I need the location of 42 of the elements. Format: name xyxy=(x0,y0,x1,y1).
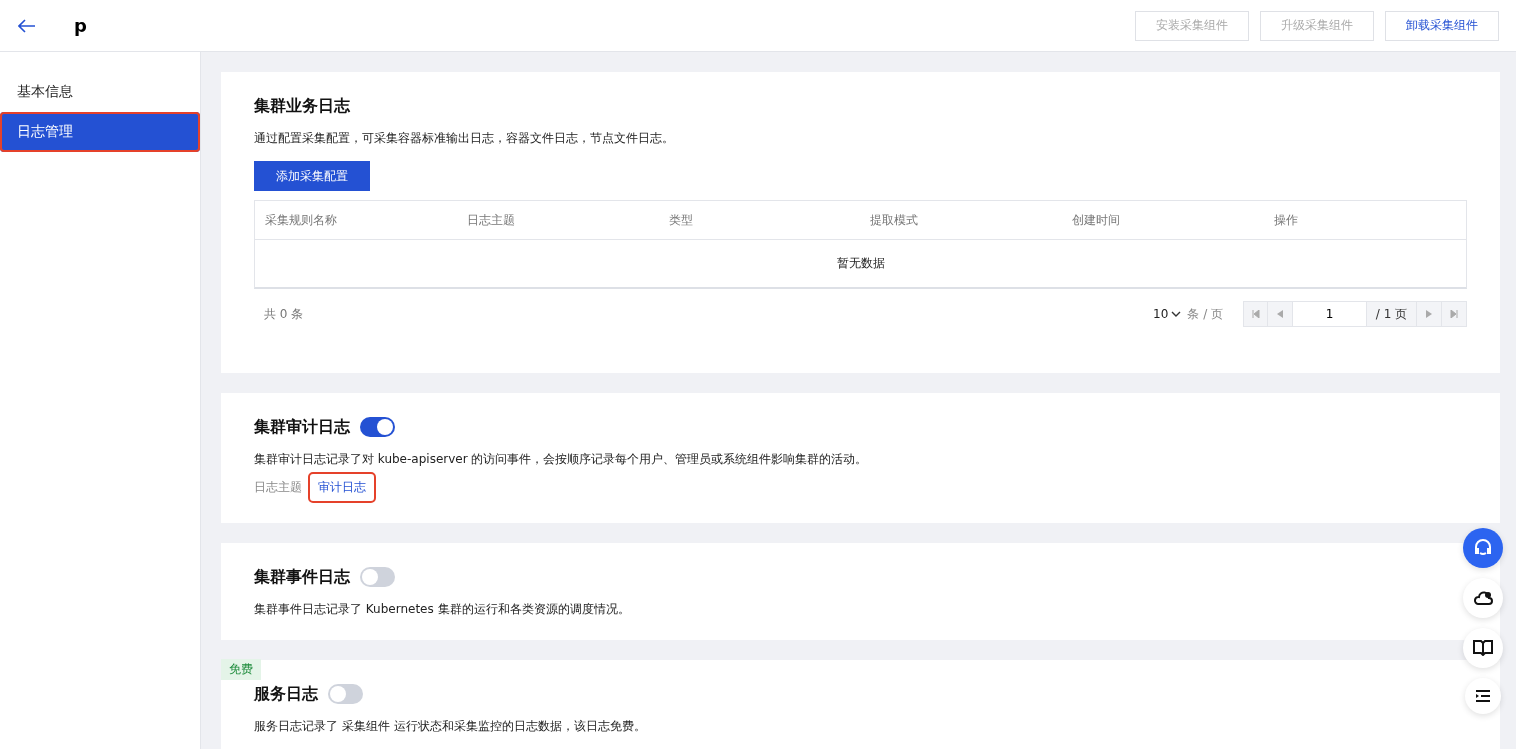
header-button[interactable]: 卸载采集组件 xyxy=(1385,10,1499,41)
cloud-icon xyxy=(1473,590,1493,606)
last-page-icon xyxy=(1450,310,1458,318)
book-icon xyxy=(1473,640,1493,656)
back-arrow-icon[interactable] xyxy=(18,18,36,33)
column-header: 提取模式 xyxy=(869,211,920,229)
total-count: 共 0 条 xyxy=(263,305,305,323)
list-icon xyxy=(1475,690,1491,702)
toggle-switch[interactable] xyxy=(360,417,395,437)
headset-button[interactable] xyxy=(1463,528,1503,568)
page-input[interactable]: 1 xyxy=(1293,301,1367,327)
section-description: 集群事件日志记录了 Kubernetes 集群的运行和各类资源的调度情况。 xyxy=(254,601,631,618)
free-badge: 免费 xyxy=(221,659,261,680)
page-size-select[interactable]: 10 xyxy=(1153,307,1182,321)
section-title: 集群事件日志 xyxy=(254,566,350,588)
column-header: 创建时间 xyxy=(1071,211,1122,229)
triangle-right-icon xyxy=(1426,310,1432,318)
section-title: 集群审计日志 xyxy=(254,416,350,438)
toggle-switch[interactable] xyxy=(360,567,395,587)
empty-text: 暂无数据 xyxy=(836,255,885,272)
headset-icon xyxy=(1473,538,1493,558)
section-description: 服务日志记录了 采集组件 运行状态和采集监控的日志数据，该日志免费。 xyxy=(254,718,647,735)
column-header: 采集规则名称 xyxy=(264,211,338,229)
section-title: 服务日志 xyxy=(254,683,318,705)
column-header: 操作 xyxy=(1273,211,1300,229)
section-description: 通过配置采集配置，可采集容器标准输出日志，容器文件日志，节点文件日志。 xyxy=(254,130,675,147)
section-title: 集群业务日志 xyxy=(254,95,350,117)
page-title: p xyxy=(74,15,88,36)
sidebar-item[interactable]: 基本信息 xyxy=(0,72,200,112)
topic-link[interactable]: 审计日志 xyxy=(310,474,374,501)
section-description: 集群审计日志记录了对 kube-apiserver 的访问事件，会按顺序记录每个用户、管理员或系统组件影响集群的活动。 xyxy=(254,451,869,468)
toggle-switch[interactable] xyxy=(328,684,363,704)
add-config-button[interactable]: 添加采集配置 xyxy=(254,161,370,191)
page-size-unit: 条 / 页 xyxy=(1187,305,1223,323)
sidebar-item[interactable]: 日志管理 xyxy=(0,112,200,152)
page-count: / 1 页 xyxy=(1367,301,1417,327)
triangle-left-icon xyxy=(1277,310,1283,318)
first-page-icon xyxy=(1251,310,1260,318)
topic-label: 日志主题 xyxy=(254,479,302,496)
chevron-down-icon xyxy=(1171,311,1182,317)
column-header: 类型 xyxy=(667,211,694,229)
column-header: 日志主题 xyxy=(465,211,516,229)
